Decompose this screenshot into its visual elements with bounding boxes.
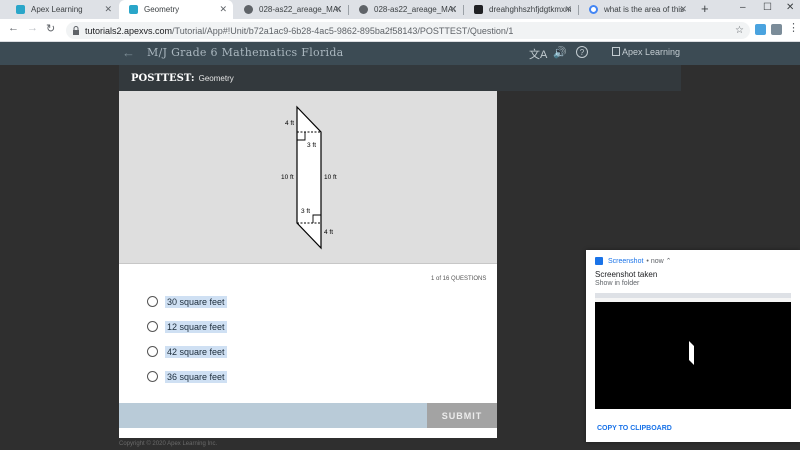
course-title: M/J Grade 6 Mathematics Florida: [147, 46, 344, 59]
posttest-topic: Geometry: [198, 73, 234, 83]
close-icon[interactable]: ✕: [104, 4, 112, 15]
thumbnail-preview: [689, 341, 694, 365]
parallelogram-shape: [296, 105, 322, 250]
apex-favicon-icon: [16, 5, 25, 14]
answer-text[interactable]: 12 square feet: [165, 320, 227, 333]
close-window-button[interactable]: ✕: [786, 2, 794, 13]
tab-label: 028-as22_areage_MAG6: [259, 5, 341, 14]
minimize-button[interactable]: –: [740, 2, 746, 13]
answer-option[interactable]: 30 square feet: [147, 289, 227, 314]
radio-button[interactable]: [147, 371, 158, 382]
bookmark-star-icon[interactable]: ☆: [735, 25, 744, 36]
radio-button[interactable]: [147, 321, 158, 332]
copy-to-clipboard-button[interactable]: COPY TO CLIPBOARD: [597, 425, 672, 432]
tab-strip: Apex Learning ✕ Geometry ✕ 028-as22_area…: [0, 0, 800, 19]
screenshot-icon: [595, 257, 603, 265]
url-path: /Tutorial/App#!Unit/b72a1ac9-6b28-4ac5-9…: [172, 25, 514, 36]
tab-label: Apex Learning: [31, 5, 83, 14]
apex-logo: Apex Learning: [612, 47, 680, 57]
apex-logo-icon: [612, 47, 620, 56]
answer-option[interactable]: 36 square feet: [147, 364, 227, 389]
forward-arrow-icon[interactable]: →: [27, 22, 38, 34]
notification-app-name: Screenshot: [608, 257, 644, 265]
brand-label: Apex Learning: [622, 47, 681, 57]
menu-dots-icon[interactable]: ⋮: [788, 21, 799, 34]
radio-button[interactable]: [147, 296, 158, 307]
close-icon[interactable]: ✕: [449, 4, 457, 15]
dark-favicon-icon: [474, 5, 483, 14]
parallelogram-figure: 4 ft 3 ft 10 ft 10 ft 3 ft 4 ft: [281, 105, 337, 250]
submit-button[interactable]: SUBMIT: [427, 403, 497, 428]
question-counter: 1 of 16 QUESTIONS: [431, 276, 487, 282]
answer-text[interactable]: 36 square feet: [165, 370, 227, 383]
show-in-folder-link[interactable]: Show in folder: [595, 280, 639, 287]
answer-list: 30 square feet 12 square feet 42 square …: [147, 289, 227, 389]
tab-areage-2[interactable]: 028-as22_areage_MAG6 ✕: [349, 0, 463, 19]
label-right-side: 10 ft: [324, 174, 337, 181]
url-host: tutorials2.apexvs.com: [85, 25, 173, 36]
tab-areage-1[interactable]: 028-as22_areage_MAG6 ✕: [234, 0, 348, 19]
answer-option[interactable]: 42 square feet: [147, 339, 227, 364]
tab-label: what is the area of this: [604, 5, 685, 14]
close-icon[interactable]: ✕: [334, 4, 342, 15]
back-arrow-icon[interactable]: ←: [8, 22, 19, 34]
posttest-header: POSTTEST: Geometry: [119, 65, 681, 91]
lock-icon: [73, 26, 79, 35]
profile-icon[interactable]: [771, 24, 782, 35]
label-top-left: 4 ft: [285, 120, 294, 127]
tab-dreah[interactable]: dreahghhszhfjdgtkmxm ✕: [464, 0, 578, 19]
audio-icon[interactable]: 🔊: [553, 46, 567, 59]
answer-option[interactable]: 12 square feet: [147, 314, 227, 339]
address-bar[interactable]: tutorials2.apexvs.com/Tutorial/App#!Unit…: [66, 22, 750, 39]
label-top-height: 3 ft: [307, 142, 316, 149]
new-tab-button[interactable]: +: [701, 1, 709, 16]
notification-title: Screenshot taken: [595, 270, 658, 279]
copyright-text: Copyright © 2020 Apex Learning Inc.: [119, 441, 218, 447]
browser-toolbar: ← → ↻ tutorials2.apexvs.com/Tutorial/App…: [0, 19, 800, 42]
label-left-side: 10 ft: [281, 174, 294, 181]
close-icon[interactable]: ✕: [564, 4, 572, 15]
app-header: ← M/J Grade 6 Mathematics Florida 文A 🔊 ?…: [0, 42, 800, 65]
question-figure: 4 ft 3 ft 10 ft 10 ft 3 ft 4 ft: [119, 91, 497, 264]
tab-label: dreahghhszhfjdgtkmxm: [489, 5, 571, 14]
close-icon[interactable]: ✕: [219, 4, 227, 15]
label-bottom-right: 4 ft: [324, 229, 333, 236]
question-panel: 4 ft 3 ft 10 ft 10 ft 3 ft 4 ft 1 of 16 …: [119, 91, 497, 438]
tab-apex-learning[interactable]: Apex Learning ✕: [6, 0, 118, 19]
tab-label: 028-as22_areage_MAG6: [374, 5, 456, 14]
tab-label: Geometry: [144, 5, 180, 14]
translate-icon[interactable]: 文A: [529, 46, 547, 62]
help-icon[interactable]: ?: [576, 46, 588, 58]
submit-bar: SUBMIT: [119, 403, 497, 428]
screenshot-thumbnail[interactable]: [595, 293, 791, 409]
extension-icon[interactable]: [755, 24, 766, 35]
notification-time[interactable]: • now ⌃: [646, 257, 671, 265]
thumbnail-shape: [689, 341, 694, 365]
tab-google-search[interactable]: what is the area of this ✕: [579, 0, 693, 19]
answer-text[interactable]: 42 square feet: [165, 345, 227, 358]
radio-button[interactable]: [147, 346, 158, 357]
google-favicon-icon: [589, 5, 598, 14]
globe-favicon-icon: [359, 5, 368, 14]
maximize-button[interactable]: ☐: [763, 2, 772, 13]
screenshot-notification: Screenshot • now ⌃ Screenshot taken Show…: [586, 250, 800, 442]
posttest-label: POSTTEST:: [131, 72, 195, 84]
answer-text[interactable]: 30 square feet: [165, 295, 227, 308]
label-bottom-height: 3 ft: [301, 208, 310, 215]
globe-favicon-icon: [244, 5, 253, 14]
apex-favicon-icon: [129, 5, 138, 14]
close-icon[interactable]: ✕: [679, 4, 687, 15]
reload-icon[interactable]: ↻: [46, 22, 55, 35]
tab-geometry[interactable]: Geometry ✕: [119, 0, 233, 19]
notification-header: Screenshot • now ⌃: [595, 257, 671, 265]
back-arrow-icon[interactable]: ←: [122, 45, 135, 60]
